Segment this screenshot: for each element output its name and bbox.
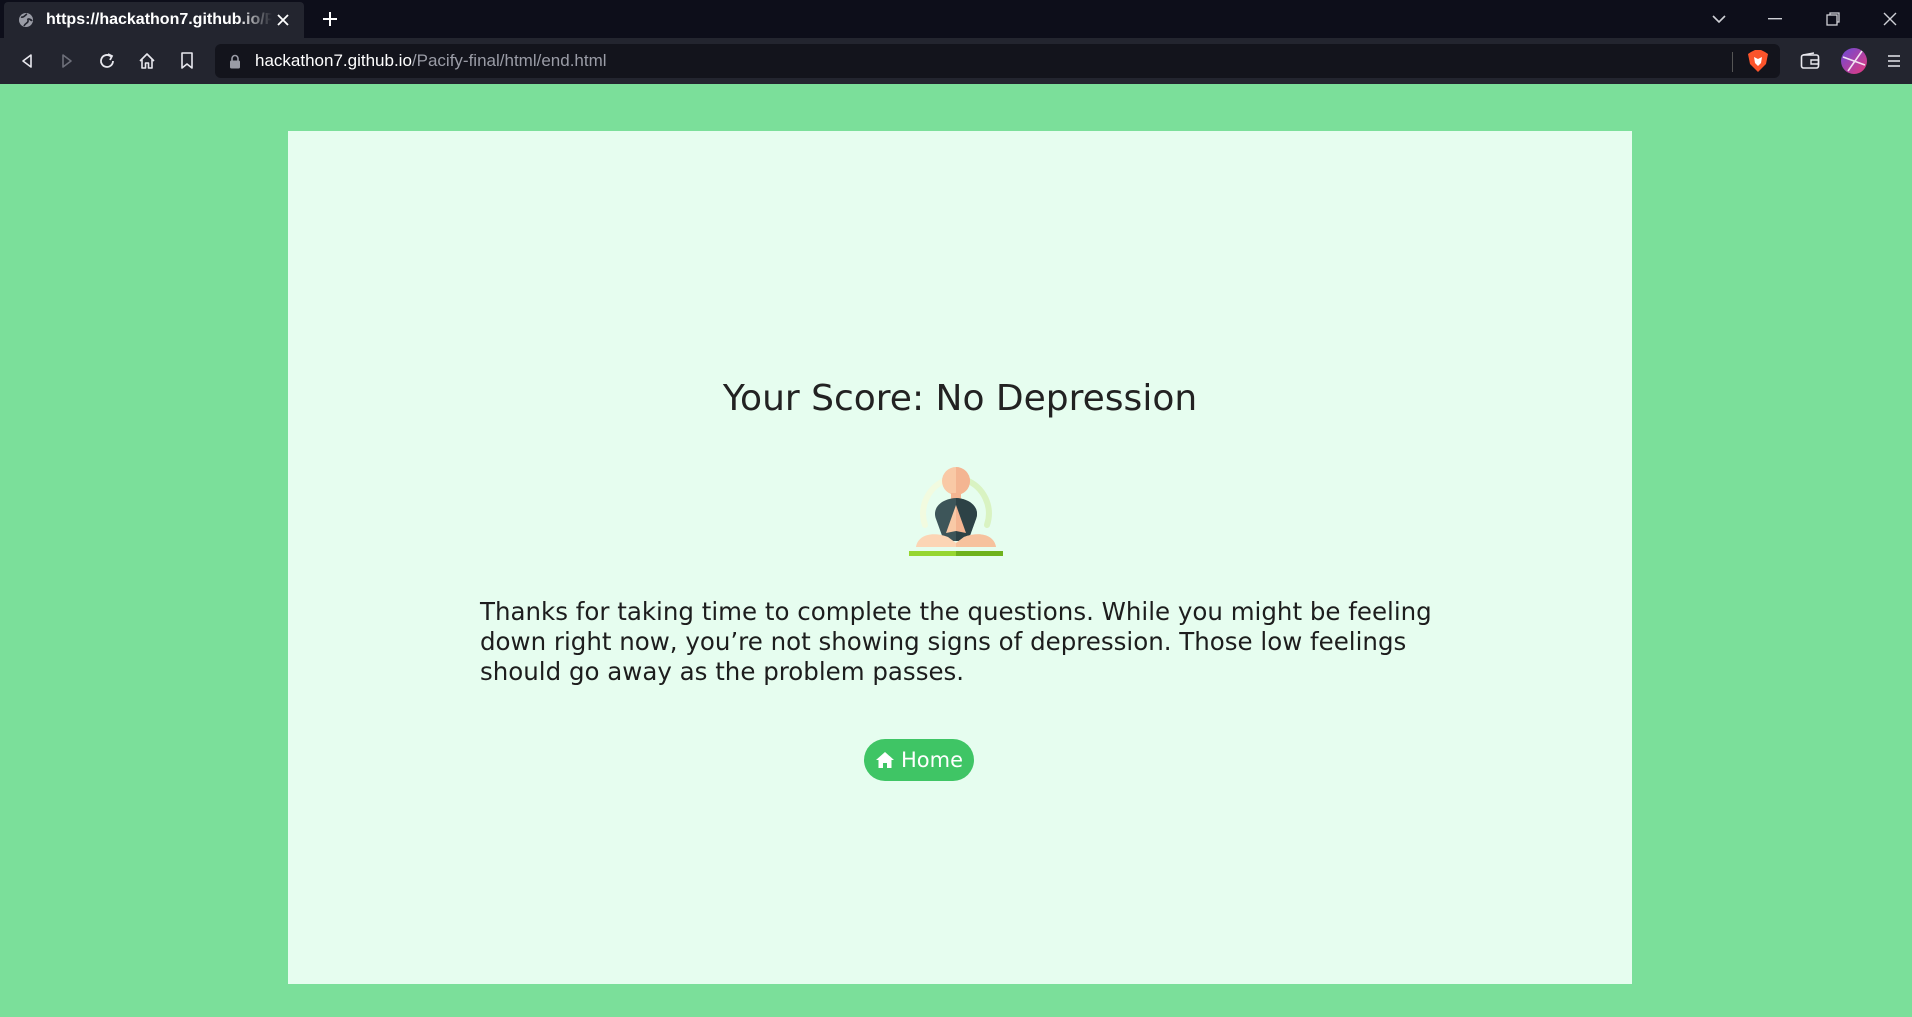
browser-tab-bar: https://hackathon7.github.io/Pacify-fina… — [0, 0, 1912, 38]
url-path: /Pacify-final/html/end.html — [411, 51, 607, 70]
lock-icon — [229, 53, 243, 69]
result-message: Thanks for taking time to complete the q… — [480, 597, 1432, 686]
wallet-icon[interactable] — [1798, 49, 1822, 73]
bookmark-icon[interactable] — [175, 49, 199, 73]
tab-list-chevron-icon[interactable] — [1706, 6, 1732, 32]
browser-toolbar: hackathon7.github.io/Pacify-final/html/e… — [0, 38, 1912, 84]
address-bar[interactable]: hackathon7.github.io/Pacify-final/html/e… — [215, 44, 1780, 78]
menu-icon[interactable] — [1882, 49, 1906, 73]
back-icon[interactable] — [15, 49, 39, 73]
forward-icon[interactable] — [55, 49, 79, 73]
tab-title: https://hackathon7.github.io/Pacify-fina… — [46, 11, 272, 28]
result-card: Your Score: No Depression Thanks for tak — [288, 131, 1632, 984]
browser-tab[interactable]: https://hackathon7.github.io/Pacify-fina… — [4, 2, 304, 38]
minimize-icon[interactable] — [1762, 6, 1788, 32]
home-button[interactable]: Home — [864, 739, 974, 781]
restore-icon[interactable] — [1820, 6, 1846, 32]
home-icon[interactable] — [135, 49, 159, 73]
home-button-label: Home — [900, 748, 963, 772]
home-icon — [875, 752, 894, 768]
brave-shield-icon[interactable] — [1747, 49, 1769, 73]
meditation-icon — [908, 465, 1004, 561]
close-window-icon[interactable] — [1877, 6, 1903, 32]
globe-icon — [18, 12, 34, 28]
reload-icon[interactable] — [95, 49, 119, 73]
close-tab-icon[interactable] — [272, 9, 294, 31]
new-tab-icon[interactable] — [318, 7, 342, 31]
score-title: Your Score: No Depression — [722, 378, 1198, 419]
url-host: hackathon7.github.io — [255, 51, 412, 70]
address-bar-divider — [1732, 52, 1733, 72]
profile-avatar[interactable] — [1840, 47, 1868, 75]
